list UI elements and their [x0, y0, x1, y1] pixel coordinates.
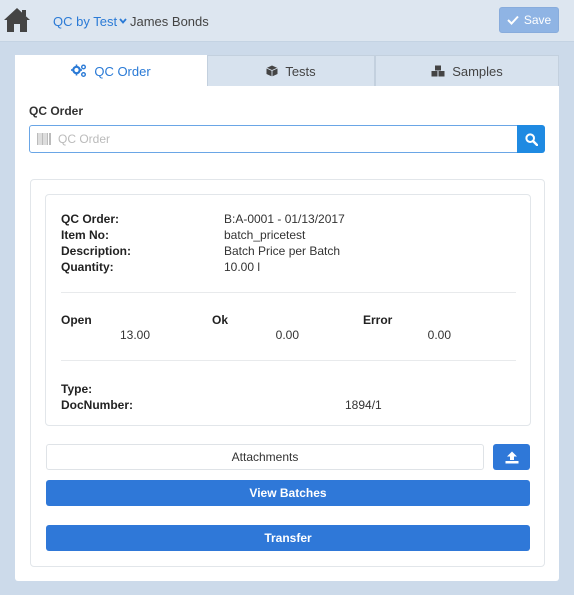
docnumber-value: 1894/1 [345, 398, 382, 412]
transfer-label: Transfer [264, 531, 312, 545]
tab-bar: QC Order Tests Samples [15, 55, 559, 86]
ok-value: 0.00 [275, 328, 299, 342]
transfer-button[interactable]: Transfer [46, 525, 530, 551]
check-icon [507, 15, 519, 25]
order-summary: QC Order: B:A-0001 - 01/13/2017 Item No:… [45, 194, 531, 426]
view-batches-label: View Batches [249, 486, 327, 500]
search-bar [29, 125, 545, 153]
open-value: 13.00 [119, 328, 150, 342]
home-icon[interactable] [3, 7, 31, 33]
open-label: Open [61, 313, 92, 327]
divider [61, 360, 516, 361]
search-icon [524, 132, 538, 146]
description-value: Batch Price per Batch [224, 244, 341, 258]
search-button[interactable] [517, 125, 545, 153]
item-no-value: batch_pricetest [224, 228, 306, 242]
description-key: Description: [61, 244, 132, 258]
ok-label: Ok [212, 313, 229, 327]
item-no-key: Item No: [61, 228, 109, 242]
attachments-label: Attachments [231, 450, 299, 464]
qc-order-key: QC Order: [61, 212, 120, 226]
chevron-down-icon [119, 18, 127, 24]
tab-tests[interactable]: Tests [207, 55, 375, 86]
view-batches-button[interactable]: View Batches [46, 480, 530, 506]
tab-samples-label: Samples [452, 63, 503, 79]
error-label: Error [363, 313, 393, 327]
type-label: Type: [61, 382, 93, 396]
order-details-card: QC Order: B:A-0001 - 01/13/2017 Item No:… [30, 179, 545, 567]
qc-order-search-input[interactable] [29, 125, 518, 153]
top-bar: QC by Test James Bonds Save [0, 0, 574, 42]
user-name: James Bonds [130, 14, 209, 29]
gears-icon [71, 64, 87, 77]
qc-order-value: B:A-0001 - 01/13/2017 [224, 212, 345, 226]
quantity-value: 10.00 l [224, 260, 261, 274]
cube-icon [266, 65, 279, 77]
qc-order-section-label: QC Order [29, 104, 84, 118]
quantity-key: Quantity: [61, 260, 114, 274]
tab-samples[interactable]: Samples [375, 55, 559, 86]
upload-icon [505, 451, 518, 463]
divider [61, 292, 516, 293]
qc-mode-dropdown[interactable]: QC by Test [53, 14, 127, 29]
save-label: Save [523, 13, 552, 27]
cubes-icon [431, 65, 445, 77]
tab-tests-label: Tests [285, 63, 316, 79]
upload-button[interactable] [493, 444, 530, 470]
tab-qc-order-label: QC Order [94, 63, 151, 79]
barcode-icon [37, 133, 51, 145]
qc-order-panel: QC Order QC Order: B:A-0001 - 01/13/2017… [15, 86, 559, 581]
attachments-field[interactable]: Attachments [46, 444, 484, 470]
docnumber-label: DocNumber: [61, 398, 134, 412]
qc-mode-label: QC by Test [53, 14, 118, 29]
save-button[interactable]: Save [499, 7, 559, 33]
error-value: 0.00 [427, 328, 451, 342]
tab-qc-order[interactable]: QC Order [15, 55, 207, 86]
